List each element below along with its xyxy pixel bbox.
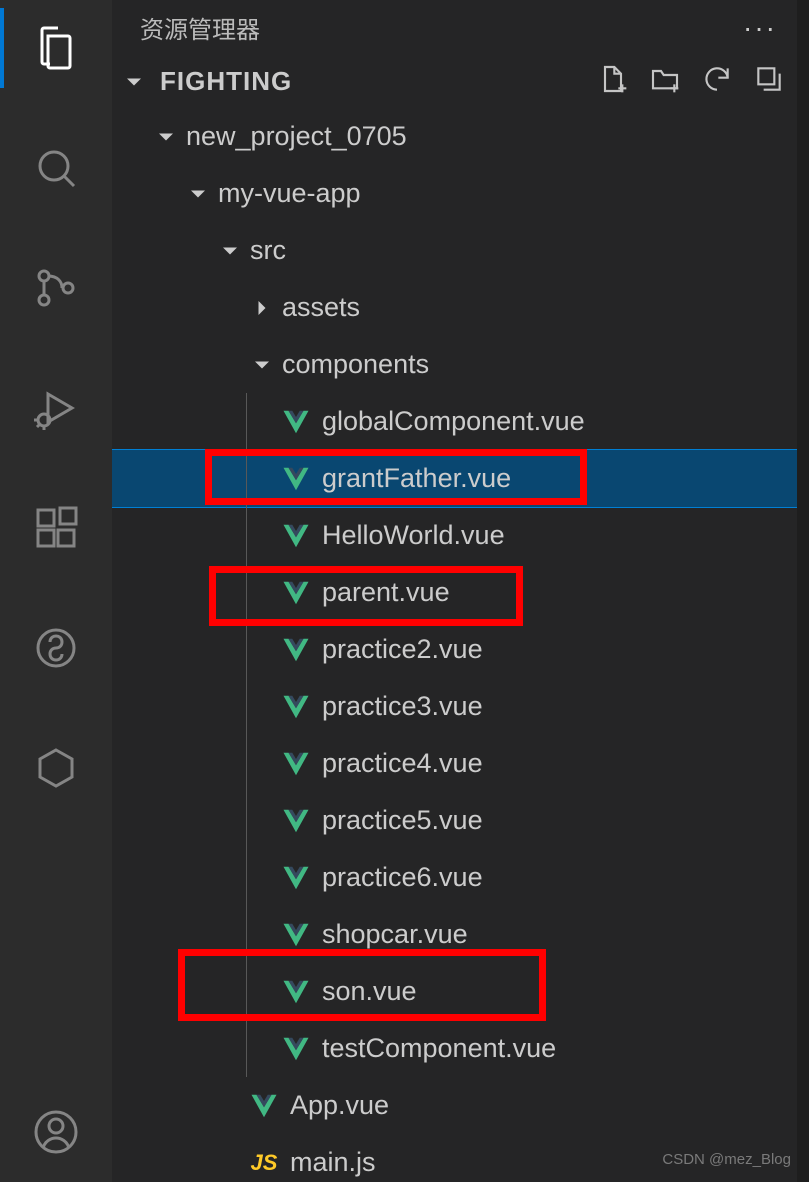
activity-bar [0,0,112,1182]
folder-label: src [250,235,286,266]
vue-file-icon [280,463,312,495]
account-icon[interactable] [0,1092,112,1172]
folder-label: my-vue-app [218,178,361,209]
explorer-tab-icon[interactable] [0,8,112,88]
file-tree: new_project_0705 my-vue-app src assets c… [112,108,797,1182]
file-testcomponent[interactable]: testComponent.vue [112,1020,797,1077]
file-shopcar[interactable]: shopcar.vue [112,906,797,963]
right-edge [797,0,809,1182]
folder-src[interactable]: src [112,222,797,279]
file-label: practice4.vue [322,748,483,779]
chevron-right-icon [248,294,276,322]
vue-file-icon [280,520,312,552]
file-label: son.vue [322,976,417,1007]
file-parent[interactable]: parent.vue [112,564,797,621]
file-label: globalComponent.vue [322,406,585,437]
file-grantfather[interactable]: grantFather.vue [112,450,797,507]
file-practice6[interactable]: practice6.vue [112,849,797,906]
file-practice2[interactable]: practice2.vue [112,621,797,678]
search-tab-icon[interactable] [0,128,112,208]
extensions-tab-icon[interactable] [0,488,112,568]
folder-label: components [282,349,429,380]
chevron-down-icon [248,351,276,379]
workspace-name: FIGHTING [160,66,292,97]
file-label: practice3.vue [322,691,483,722]
file-label: parent.vue [322,577,450,608]
folder-assets[interactable]: assets [112,279,797,336]
vue-file-icon [280,406,312,438]
chevron-down-icon [120,68,148,96]
new-file-icon[interactable] [597,63,629,100]
watermark: CSDN @mez_Blog [662,1151,791,1168]
file-label: HelloWorld.vue [322,520,505,551]
folder-label: assets [282,292,360,323]
chevron-down-icon [152,123,180,151]
file-label: grantFather.vue [322,463,511,494]
folder-label: new_project_0705 [186,121,407,152]
vue-file-icon [248,1090,280,1122]
folder-components[interactable]: components [112,336,797,393]
run-debug-tab-icon[interactable] [0,368,112,448]
vue-file-icon [280,1033,312,1065]
vue-file-icon [280,748,312,780]
file-label: testComponent.vue [322,1033,556,1064]
sidebar-header: 资源管理器 ··· [112,0,797,55]
workspace-section-header[interactable]: FIGHTING [112,55,797,108]
vue-file-icon [280,805,312,837]
file-globalcomponent[interactable]: globalComponent.vue [112,393,797,450]
more-actions-icon[interactable]: ··· [743,12,777,44]
file-practice5[interactable]: practice5.vue [112,792,797,849]
file-son[interactable]: son.vue [112,963,797,1020]
collapse-all-icon[interactable] [753,63,785,100]
folder-my-vue-app[interactable]: my-vue-app [112,165,797,222]
file-label: practice5.vue [322,805,483,836]
file-label: practice2.vue [322,634,483,665]
file-practice3[interactable]: practice3.vue [112,678,797,735]
file-helloworld[interactable]: HelloWorld.vue [112,507,797,564]
explorer-sidebar: 资源管理器 ··· FIGHTING new_project_0705 my-v… [112,0,797,1182]
copilot-tab-icon[interactable] [0,608,112,688]
new-folder-icon[interactable] [649,63,681,100]
file-label: shopcar.vue [322,919,468,950]
vue-file-icon [280,691,312,723]
chevron-down-icon [184,180,212,208]
chevron-down-icon [216,237,244,265]
source-control-tab-icon[interactable] [0,248,112,328]
js-file-icon: JS [248,1147,280,1179]
file-practice4[interactable]: practice4.vue [112,735,797,792]
vue-file-icon [280,862,312,894]
folder-new-project[interactable]: new_project_0705 [112,108,797,165]
file-label: practice6.vue [322,862,483,893]
vue-file-icon [280,919,312,951]
file-label: main.js [290,1147,376,1178]
file-label: App.vue [290,1090,389,1121]
file-app-vue[interactable]: App.vue [112,1077,797,1134]
vue-file-icon [280,634,312,666]
vue-file-icon [280,976,312,1008]
vue-file-icon [280,577,312,609]
refresh-icon[interactable] [701,63,733,100]
section-actions [597,63,785,100]
hexagon-tab-icon[interactable] [0,728,112,808]
sidebar-title: 资源管理器 [140,10,260,45]
